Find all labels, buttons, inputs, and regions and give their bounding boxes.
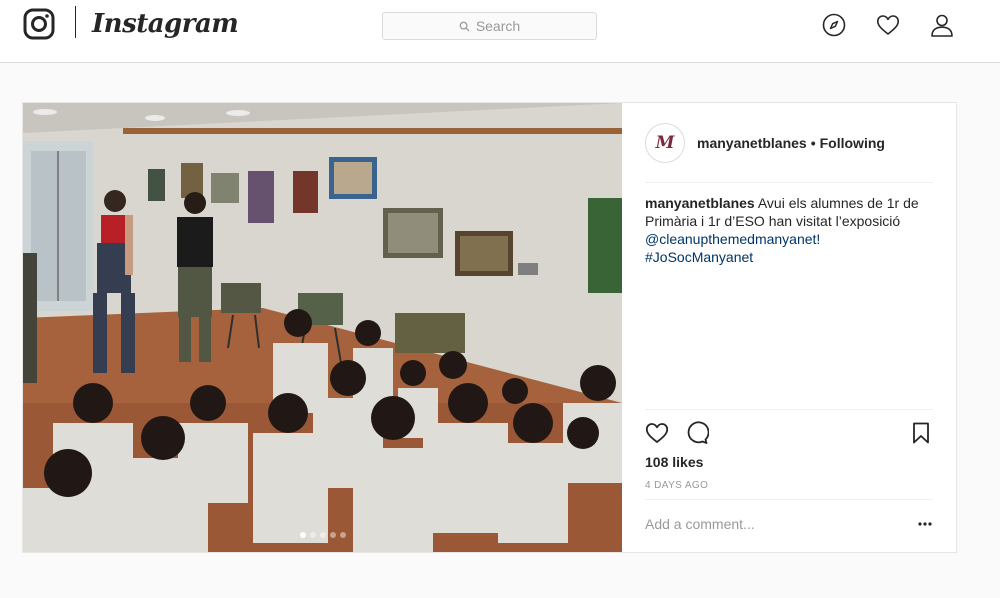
compass-icon[interactable] — [822, 13, 846, 37]
avatar[interactable]: M — [645, 123, 685, 163]
caption-hashtag-link[interactable]: #JoSocManyanet — [645, 249, 753, 265]
divider — [645, 409, 933, 410]
comment-bubble-icon[interactable] — [685, 421, 709, 445]
carousel-indicator — [23, 532, 622, 538]
post-card: M manyanetblanes • Following manyanetblane… — [22, 102, 957, 553]
carousel-dot[interactable] — [309, 532, 316, 538]
search-icon — [459, 21, 470, 32]
post-header: M manyanetblanes • Following — [645, 120, 933, 166]
post-photo[interactable] — [23, 103, 622, 552]
like-heart-icon[interactable] — [645, 421, 669, 445]
likes-count[interactable]: 108 likes — [645, 454, 703, 470]
instagram-logo-icon[interactable] — [23, 8, 55, 40]
logo-divider — [75, 6, 76, 38]
carousel-dot[interactable] — [339, 532, 346, 538]
carousel-dot[interactable] — [319, 532, 326, 538]
avatar-initial: M — [655, 133, 675, 153]
follow-status-button[interactable]: Following — [820, 135, 885, 151]
post-timestamp[interactable]: 4 DAYS AGO — [645, 480, 708, 491]
post-actions — [645, 421, 933, 447]
photo-illustration — [23, 103, 622, 552]
post-sidebar: M manyanetblanes • Following manyanetblane… — [622, 103, 956, 552]
caption-mention-link[interactable]: @cleanupthemedmanyanet! — [645, 231, 820, 247]
heart-icon[interactable] — [876, 13, 900, 37]
profile-icon[interactable] — [930, 13, 954, 37]
divider — [645, 499, 933, 500]
post-caption: manyanetblanes Avui els alumnes de 1r de… — [645, 194, 935, 266]
search-input[interactable]: Search — [382, 12, 597, 40]
separator: • — [810, 135, 816, 151]
post-header-text: manyanetblanes • Following — [697, 135, 885, 151]
more-options-icon[interactable] — [917, 516, 933, 532]
bookmark-icon[interactable] — [909, 421, 933, 445]
search-placeholder: Search — [475, 18, 521, 34]
instagram-wordmark[interactable]: Instagram — [92, 4, 239, 44]
divider — [645, 182, 933, 183]
caption-username[interactable]: manyanetblanes — [645, 195, 755, 211]
carousel-dot[interactable] — [299, 532, 306, 538]
comment-input[interactable]: Add a comment... — [645, 513, 905, 535]
username-link[interactable]: manyanetblanes — [697, 135, 807, 151]
top-nav: Instagram Search — [0, 0, 1000, 63]
carousel-dot[interactable] — [329, 532, 336, 538]
